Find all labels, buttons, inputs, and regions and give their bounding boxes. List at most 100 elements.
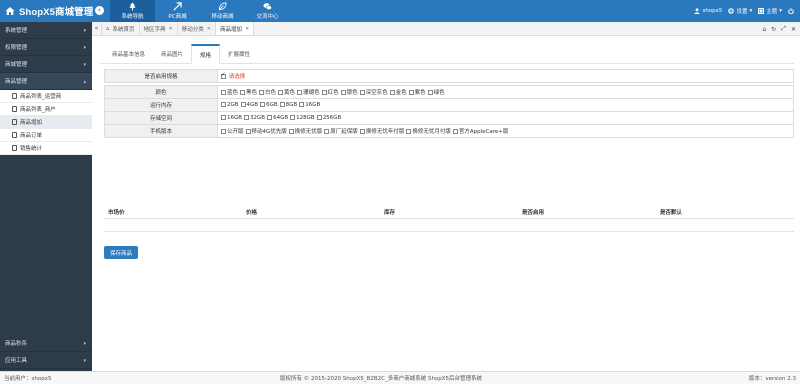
spec-option-checkbox[interactable]	[240, 102, 246, 107]
tab-home[interactable]: ⌂ 系统首页	[102, 22, 140, 35]
spec-option-checkbox[interactable]	[452, 129, 458, 134]
spec-option-checkbox[interactable]	[359, 90, 365, 95]
tab-goods-add[interactable]: 商品增加 ✕	[215, 22, 255, 35]
spec-option-checkbox[interactable]	[316, 115, 322, 120]
sidebar-group-goods[interactable]: 商品管理 ▴	[0, 73, 92, 90]
close-icon[interactable]: ✕	[791, 26, 796, 33]
spec-option[interactable]: 官方AppleCare+版	[452, 129, 508, 135]
subtab-spec[interactable]: 规格	[191, 44, 221, 64]
sidebar-item-goods-add[interactable]: 商品增加	[0, 116, 92, 129]
fullscreen-icon[interactable]: ⤢	[781, 25, 786, 33]
spec-option-checkbox[interactable]	[359, 129, 365, 134]
spec-option[interactable]: 128GB	[290, 115, 315, 121]
spec-option-checkbox[interactable]	[408, 90, 414, 95]
main-content: 商品基本信息 商品图片 规格 扩展属性 是否启用规格 请选择 颜色 蓝色黑色白色…	[100, 44, 794, 259]
subtab-images[interactable]: 商品图片	[153, 44, 191, 63]
spec-option-checkbox[interactable]	[389, 90, 395, 95]
spec-option-checkbox[interactable]	[340, 90, 346, 95]
settings-menu[interactable]: 设置 ▾	[728, 7, 752, 15]
spec-option[interactable]: 白色	[259, 90, 276, 96]
subtab-basic-info[interactable]: 商品基本信息	[104, 44, 153, 63]
spec-option-checkbox[interactable]	[297, 90, 303, 95]
spec-option[interactable]: 64GB	[267, 115, 288, 121]
spec-option-checkbox[interactable]	[324, 129, 330, 134]
spec-option[interactable]: 红色	[321, 90, 339, 96]
spec-option[interactable]: 4GB	[240, 102, 258, 108]
topnav-item-system[interactable]: 系统导航	[110, 0, 155, 22]
sidebar-group-permission[interactable]: 权限管理 ▾	[0, 39, 92, 56]
spec-option-checkbox[interactable]	[267, 115, 273, 120]
spec-option[interactable]: 6GB	[260, 102, 278, 108]
sidebar-item-sales-stats[interactable]: 销售统计	[0, 142, 92, 155]
spec-option-checkbox[interactable]	[245, 129, 251, 134]
spec-option-checkbox[interactable]	[240, 90, 246, 95]
spec-option-checkbox[interactable]	[221, 129, 226, 134]
spec-option[interactable]: 移动4G优先版	[245, 129, 287, 135]
spec-option-checkbox[interactable]	[299, 102, 305, 107]
spec-option[interactable]: 深空灰色	[359, 90, 388, 96]
sidebar-group-tools[interactable]: 应用工具 ▾	[0, 352, 92, 369]
spec-row-label: 手机版本	[104, 124, 218, 138]
spec-option[interactable]: 黑色	[240, 90, 257, 96]
tabs-scroll-left-button[interactable]: «	[92, 22, 102, 35]
spec-option-checkbox[interactable]	[427, 90, 433, 95]
close-icon[interactable]: ✕	[245, 26, 249, 32]
spec-option[interactable]: 绿色	[427, 90, 445, 96]
spec-option[interactable]: 金色	[389, 90, 407, 96]
spec-option[interactable]: 原厂延保版	[324, 129, 358, 135]
topnav-item-community[interactable]: 交流中心	[245, 0, 290, 22]
spec-option-checkbox[interactable]	[221, 90, 226, 95]
spec-option[interactable]: 256GB	[316, 115, 341, 121]
spec-enable-checkbox[interactable]	[221, 72, 226, 79]
spec-option[interactable]: 换修无忧年付版	[359, 129, 405, 135]
user-icon	[694, 8, 700, 14]
close-icon[interactable]: ✕	[207, 26, 211, 32]
close-icon[interactable]: ✕	[169, 26, 173, 32]
spec-option[interactable]: 银色	[340, 90, 358, 96]
spec-option-checkbox[interactable]	[221, 115, 226, 120]
spec-option-checkbox[interactable]	[406, 129, 412, 134]
spec-option[interactable]: 珊瑚色	[297, 90, 320, 96]
spec-option[interactable]: 紫色	[408, 90, 426, 96]
logout-button[interactable]	[788, 8, 794, 14]
home-icon[interactable]: ⌂	[762, 26, 766, 33]
sidebar-item-goods-list-merchant[interactable]: 商品列表_商户	[0, 103, 92, 116]
sidebar-group-seckill[interactable]: 商品秒杀 ▾	[0, 335, 92, 352]
spec-option[interactable]: 8GB	[279, 102, 297, 108]
spec-option[interactable]: 黄色	[278, 90, 295, 96]
spec-option-checkbox[interactable]	[321, 90, 327, 95]
spec-option-label: 蓝色	[227, 90, 239, 96]
spec-option[interactable]: 16GB	[299, 102, 320, 108]
spec-option[interactable]: 16GB	[221, 115, 242, 121]
spec-option[interactable]: 换修无忧月付版	[406, 129, 451, 135]
spec-options: 蓝色 黑色 白色 黄色 珊瑚色 红色 银色 深空灰色 金色 紫色 绿色	[217, 85, 794, 99]
spec-option[interactable]: 蓝色	[221, 90, 238, 96]
spec-option-checkbox[interactable]	[259, 90, 265, 95]
spec-option-checkbox[interactable]	[278, 90, 284, 95]
spec-option-checkbox[interactable]	[244, 115, 250, 120]
spec-option-label: 换修无忧年付版	[365, 129, 405, 135]
spec-option-checkbox[interactable]	[290, 115, 296, 120]
spec-option[interactable]: 2GB	[221, 102, 239, 108]
spec-option[interactable]: 换修无忧版	[288, 129, 322, 135]
subtab-extended-attrs[interactable]: 扩展属性	[220, 44, 258, 63]
sidebar-group-mall[interactable]: 商城管理 ▾	[0, 56, 92, 73]
tab-mobile-category[interactable]: 移动分类 ✕	[177, 22, 216, 35]
sidebar-item-goods-orders[interactable]: 商品订单	[0, 129, 92, 142]
save-goods-button[interactable]: 保存商品	[104, 246, 138, 259]
spec-option-checkbox[interactable]	[260, 102, 266, 107]
collapse-sidebar-button[interactable]: ‹	[95, 6, 104, 15]
spec-option[interactable]: 公开版	[221, 129, 244, 135]
refresh-icon[interactable]: ↻	[771, 26, 776, 33]
sidebar-item-goods-list-operator[interactable]: 商品列表_运营商	[0, 90, 92, 103]
spec-option[interactable]: 32GB	[244, 115, 265, 121]
tab-region-dict[interactable]: 地区字典 ✕	[139, 22, 178, 35]
spec-option-checkbox[interactable]	[279, 102, 285, 107]
sidebar-group-system[interactable]: 系统管理 ▾	[0, 22, 92, 39]
spec-option-checkbox[interactable]	[221, 102, 226, 107]
spec-option-checkbox[interactable]	[288, 129, 294, 134]
topnav-item-pc-mall[interactable]: PC商城	[155, 0, 200, 22]
topnav-item-mobile-mall[interactable]: 移动商城	[200, 0, 245, 22]
theme-menu[interactable]: 主题 ▾	[758, 7, 782, 15]
user-menu[interactable]: shopx5	[694, 8, 722, 14]
